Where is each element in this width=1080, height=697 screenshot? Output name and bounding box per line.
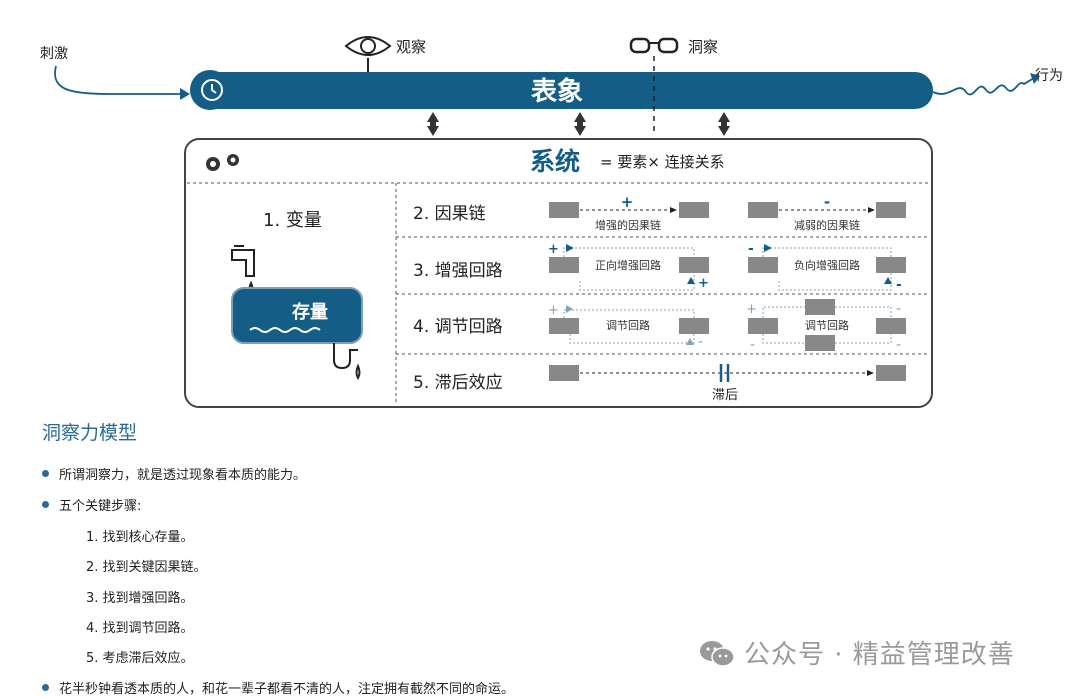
system-title: 系统	[530, 147, 580, 176]
insight-label: 洞察	[688, 38, 718, 56]
step-item: 5. 考虑滞后效应。	[86, 651, 194, 666]
svg-text:-: -	[896, 301, 901, 317]
observe-label: 观察	[396, 38, 426, 56]
positive-sign: +	[621, 193, 634, 211]
bullet-steps-heading: 五个关键步骤:	[42, 495, 141, 514]
step-item: 2. 找到关键因果链。	[86, 560, 207, 575]
insight-model-diagram: 刺激 表象 观察 洞察 行为 系统 = 要素× 连接关系 1. 变量 存量 2.…	[40, 36, 1063, 408]
section-title: 洞察力模型	[42, 422, 138, 444]
stimulus-label: 刺激	[40, 45, 68, 62]
svg-text:+: +	[548, 303, 559, 318]
glasses-icon	[629, 37, 679, 54]
bullet-dot	[42, 684, 49, 691]
svg-text:-: -	[698, 334, 703, 350]
step-item: 3. 找到增强回路。	[86, 591, 194, 606]
caption-negative-loop: 负向增强回路	[794, 258, 860, 272]
bullet-definition: 所谓洞察力，就是透过现象看本质的能力。	[42, 464, 306, 483]
svg-text:+: +	[698, 276, 709, 291]
caption-balancing-loop-right: 调节回路	[805, 319, 849, 332]
bullet-dot	[42, 470, 49, 477]
bullet-dot	[42, 501, 49, 508]
stimulus-arrow	[54, 65, 180, 95]
stock-label: 存量	[292, 301, 328, 323]
bullet-conclusion: 花半秒钟看透本质的人，和花一辈子都看不清的人，注定拥有截然不同的命运。	[42, 678, 514, 697]
wechat-icon	[700, 640, 735, 667]
negative-sign: -	[824, 193, 830, 211]
watermark-text: 公众号 · 精益管理改善	[744, 640, 1015, 670]
system-formula: = 要素× 连接关系	[600, 153, 725, 171]
row-label-balancing-loop: 4. 调节回路	[413, 317, 503, 337]
phenomenon-label: 表象	[531, 76, 583, 107]
watermark: 公众号 · 精益管理改善	[698, 634, 1015, 671]
double-arrows	[427, 112, 730, 136]
row-label-causal-chain: 2. 因果链	[413, 204, 486, 224]
variable-label: 1. 变量	[263, 210, 322, 231]
delay-caption: 滞后	[712, 388, 738, 403]
step-item: 4. 找到调节回路。	[86, 621, 194, 636]
behavior-label: 行为	[1035, 68, 1063, 84]
svg-text:-: -	[896, 337, 901, 353]
bullet-steps-heading-text: 五个关键步骤:	[59, 499, 142, 514]
svg-text:-: -	[896, 277, 902, 293]
svg-text:-: -	[748, 241, 754, 257]
svg-text:+: +	[548, 242, 559, 257]
behavior-arrow	[932, 77, 1035, 96]
svg-text:+: +	[746, 302, 757, 317]
eye-icon	[344, 36, 392, 72]
caption-positive-chain: 增强的因果链	[595, 218, 661, 232]
step-item: 1. 找到核心存量。	[86, 530, 194, 545]
phenomenon-start-cap	[190, 70, 230, 110]
bullet-conclusion-text: 花半秒钟看透本质的人，和花一辈子都看不清的人，注定拥有截然不同的命运。	[59, 682, 515, 697]
bullet-definition-text: 所谓洞察力，就是透过现象看本质的能力。	[59, 468, 307, 483]
row-label-reinforcing-loop: 3. 增强回路	[413, 261, 503, 281]
row-label-delay: 5. 滞后效应	[413, 373, 503, 393]
caption-balancing-loop-left: 调节回路	[606, 319, 650, 332]
caption-positive-loop: 正向增强回路	[595, 258, 661, 272]
caption-negative-chain: 减弱的因果链	[794, 218, 860, 232]
svg-text:-: -	[750, 337, 755, 353]
